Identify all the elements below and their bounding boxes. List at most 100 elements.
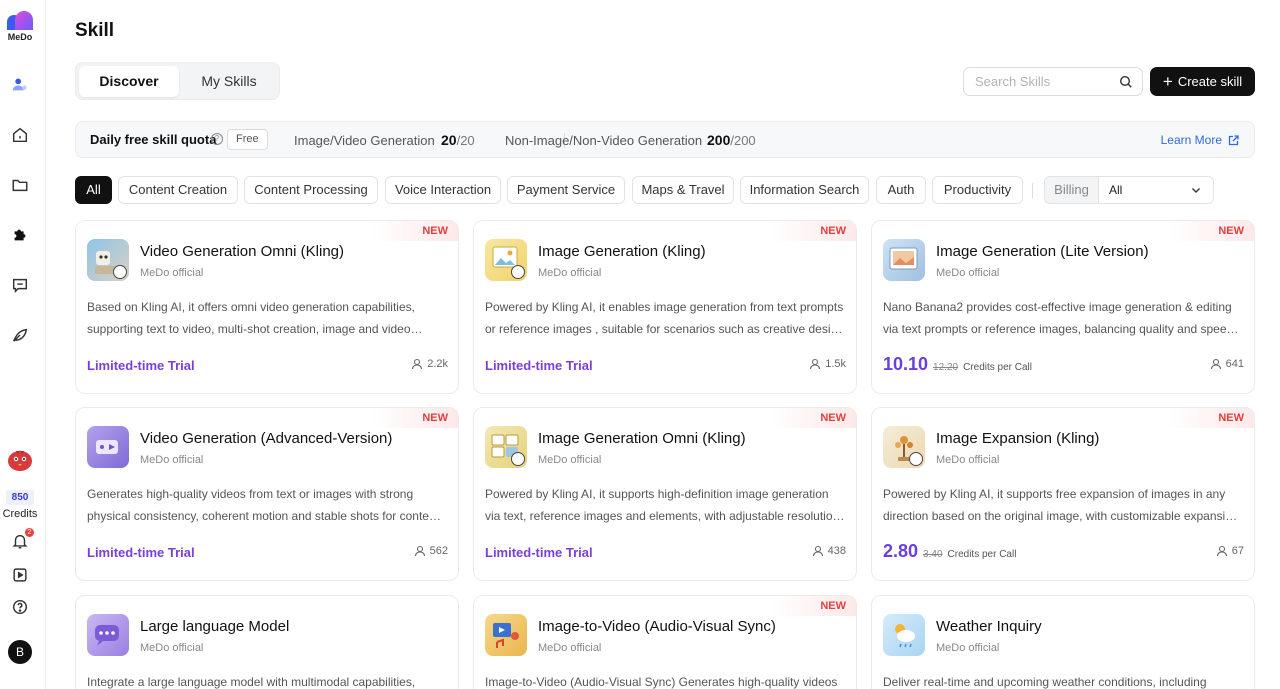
price-original: 12.20 bbox=[933, 362, 959, 373]
skill-card[interactable]: NEW Image Generation Omni (Kling) MeDo o… bbox=[473, 407, 857, 581]
new-badge: NEW bbox=[373, 221, 458, 241]
skill-card[interactable]: NEW Image Expansion (Kling) MeDo officia… bbox=[871, 407, 1255, 581]
skill-card[interactable]: Large language Model MeDo official Integ… bbox=[75, 595, 459, 689]
price: 10.10 12.20 Credits per Call bbox=[883, 354, 1032, 375]
limited-time-trial: Limited-time Trial bbox=[485, 358, 593, 373]
chat-icon[interactable] bbox=[10, 275, 30, 295]
skill-name: Weather Inquiry bbox=[936, 618, 1042, 635]
chip-auth[interactable]: Auth bbox=[876, 176, 926, 204]
chip-maps-travel[interactable]: Maps & Travel bbox=[632, 176, 734, 204]
plus-icon: + bbox=[1162, 72, 1173, 91]
video-advanced-thumbnail-icon bbox=[87, 426, 129, 468]
image-expansion-thumbnail-icon bbox=[883, 426, 925, 468]
logo-text: MeDo bbox=[7, 32, 33, 42]
skill-author: MeDo official bbox=[140, 454, 204, 466]
price: 2.80 3.40 Credits per Call bbox=[883, 541, 1016, 562]
skill-card[interactable]: NEW Video Generation (Advanced-Version) … bbox=[75, 407, 459, 581]
search-box bbox=[963, 67, 1143, 96]
chip-payment-service[interactable]: Payment Service bbox=[507, 176, 625, 204]
play-icon[interactable] bbox=[10, 565, 30, 585]
skill-name: Image Expansion (Kling) bbox=[936, 430, 1100, 447]
skill-description: Powered by Kling AI, it enables image ge… bbox=[485, 300, 844, 336]
home-icon[interactable] bbox=[10, 125, 30, 145]
image-video-quota-value: 20/20 bbox=[441, 132, 475, 148]
pen-icon[interactable] bbox=[10, 325, 30, 345]
medo-logo[interactable]: MeDo bbox=[5, 11, 35, 42]
user-count: 2.2k bbox=[411, 358, 448, 370]
new-badge: NEW bbox=[1169, 408, 1254, 428]
skill-card[interactable]: Weather Inquiry MeDo official Deliver re… bbox=[871, 595, 1255, 689]
billing-select[interactable]: Billing All bbox=[1044, 176, 1214, 204]
skill-name: Image Generation (Lite Version) bbox=[936, 243, 1149, 260]
video-robot-thumbnail-icon bbox=[87, 239, 129, 281]
skill-description: Powered by Kling AI, it supports high-de… bbox=[485, 487, 840, 523]
folder-icon[interactable] bbox=[10, 175, 30, 195]
user-icon bbox=[1216, 545, 1227, 557]
billing-value: All bbox=[1109, 183, 1123, 197]
price-current: 10.10 bbox=[883, 354, 929, 374]
user-icon bbox=[412, 358, 423, 370]
create-skill-button[interactable]: + Create skill bbox=[1150, 67, 1255, 96]
limited-time-trial: Limited-time Trial bbox=[485, 545, 593, 560]
search-input[interactable] bbox=[975, 74, 1115, 89]
new-badge: NEW bbox=[771, 596, 856, 616]
plugin-icon[interactable] bbox=[10, 225, 30, 245]
skill-name: Image-to-Video (Audio-Visual Sync) bbox=[538, 618, 776, 635]
mascot-avatar-icon[interactable] bbox=[6, 447, 34, 473]
daily-quota-bar: Daily free skill quota ? Free Image/Vide… bbox=[75, 121, 1255, 158]
chip-productivity[interactable]: Productivity bbox=[932, 176, 1023, 204]
learn-more-link[interactable]: Learn More bbox=[1161, 133, 1239, 147]
price-original: 3.40 bbox=[923, 549, 943, 560]
skill-card[interactable]: NEW Image Generation (Kling) MeDo offici… bbox=[473, 220, 857, 394]
credits-value[interactable]: 850 bbox=[6, 490, 34, 505]
skill-description: Generates high-quality videos from text … bbox=[87, 487, 439, 523]
tab-discover[interactable]: Discover bbox=[79, 66, 179, 97]
user-count-value: 2.2k bbox=[427, 358, 448, 370]
user-count-value: 438 bbox=[827, 545, 846, 557]
limited-time-trial: Limited-time Trial bbox=[87, 545, 195, 560]
user-count-value: 67 bbox=[1231, 545, 1244, 557]
skill-card[interactable]: NEW Image Generation (Lite Version) MeDo… bbox=[871, 220, 1255, 394]
credits-label: Credits bbox=[2, 508, 38, 520]
chip-all[interactable]: All bbox=[75, 176, 112, 204]
chip-voice-interaction[interactable]: Voice Interaction bbox=[385, 176, 501, 204]
user-count: 562 bbox=[414, 545, 448, 557]
chip-content-creation[interactable]: Content Creation bbox=[118, 176, 238, 204]
free-badge: Free bbox=[227, 129, 268, 150]
user-count: 641 bbox=[1210, 358, 1244, 370]
chip-content-processing[interactable]: Content Processing bbox=[244, 176, 378, 204]
skill-author: MeDo official bbox=[140, 642, 204, 654]
user-count: 1.5k bbox=[809, 358, 846, 370]
verified-icon bbox=[511, 452, 525, 466]
learn-more-label: Learn More bbox=[1160, 133, 1222, 147]
new-badge: NEW bbox=[771, 221, 856, 241]
chevron-down-icon bbox=[1192, 188, 1200, 193]
skill-description: Image-to-Video (Audio-Visual Sync) Gener… bbox=[485, 675, 838, 689]
skill-card[interactable]: NEW Video Generation Omni (Kling) MeDo o… bbox=[75, 220, 459, 394]
help-circle-icon[interactable]: ? bbox=[211, 133, 223, 145]
external-link-icon bbox=[1228, 134, 1239, 145]
agents-icon[interactable] bbox=[10, 75, 30, 95]
skill-description: Based on Kling AI, it offers omni video … bbox=[87, 300, 415, 336]
llm-chat-thumbnail-icon bbox=[87, 614, 129, 656]
search-icon[interactable] bbox=[1119, 75, 1133, 89]
quota-title: Daily free skill quota bbox=[90, 132, 217, 147]
image-lite-thumbnail-icon bbox=[883, 239, 925, 281]
limited-time-trial: Limited-time Trial bbox=[87, 358, 195, 373]
billing-label: Billing bbox=[1045, 177, 1099, 203]
skill-author: MeDo official bbox=[538, 454, 602, 466]
skill-card[interactable]: NEW Image-to-Video (Audio-Visual Sync) M… bbox=[473, 595, 857, 689]
help-icon[interactable] bbox=[10, 597, 30, 617]
skill-author: MeDo official bbox=[140, 267, 204, 279]
image-to-video-thumbnail-icon bbox=[485, 614, 527, 656]
skill-author: MeDo official bbox=[936, 454, 1000, 466]
skill-description: Integrate a large language model with mu… bbox=[87, 675, 416, 689]
skill-name: Image Generation Omni (Kling) bbox=[538, 430, 746, 447]
user-avatar[interactable]: B bbox=[8, 640, 32, 664]
price-unit: Credits per Call bbox=[963, 362, 1032, 373]
tab-my-skills[interactable]: My Skills bbox=[179, 66, 279, 97]
chip-information-search[interactable]: Information Search bbox=[740, 176, 869, 204]
skill-name: Video Generation (Advanced-Version) bbox=[140, 430, 393, 447]
skill-author: MeDo official bbox=[538, 267, 602, 279]
verified-icon bbox=[909, 452, 923, 466]
